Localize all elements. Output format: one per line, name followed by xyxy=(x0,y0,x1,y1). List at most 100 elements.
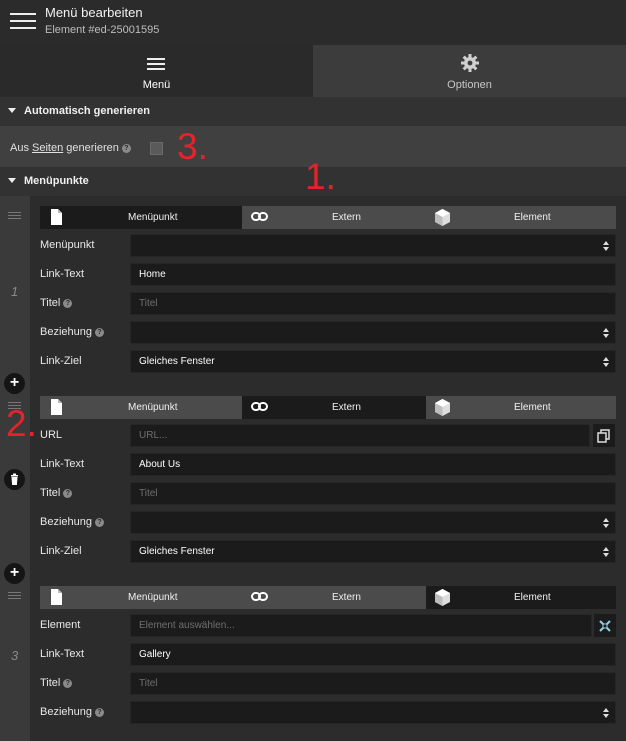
field-row-titel: Titel? Titel xyxy=(40,482,616,505)
select-arrows-icon xyxy=(603,328,609,338)
type-tab-element[interactable]: Element xyxy=(426,396,616,419)
field-row-link-ziel: Link-Ziel Gleiches Fenster xyxy=(40,540,616,563)
field-row-titel: Titel? Titel xyxy=(40,672,616,695)
beziehung-select[interactable] xyxy=(130,701,616,724)
header-bar: Menü bearbeiten Element #ed-25001595 xyxy=(0,0,626,45)
select-arrows-icon xyxy=(603,547,609,557)
field-row-beziehung: Beziehung? xyxy=(40,321,616,344)
drag-handle-icon[interactable] xyxy=(8,592,21,600)
annotation-1: 1. xyxy=(305,156,336,197)
titel-input[interactable]: Titel xyxy=(130,292,616,315)
help-icon[interactable]: ? xyxy=(95,517,104,527)
page-title: Menü bearbeiten xyxy=(45,5,143,20)
item-type-tabs: Menüpunkt Extern Element xyxy=(40,396,616,419)
link-icon xyxy=(251,402,268,411)
element-picker-button[interactable] xyxy=(594,614,616,637)
field-row-beziehung: Beziehung? xyxy=(40,701,616,724)
beziehung-select[interactable] xyxy=(130,321,616,344)
add-item-button[interactable]: + xyxy=(4,563,25,584)
type-tab-element[interactable]: Element xyxy=(426,586,616,609)
field-label: Beziehung? xyxy=(40,706,104,718)
field-label: Link-Text xyxy=(40,458,85,470)
section-auto-generate[interactable]: Automatisch generieren xyxy=(0,97,626,126)
link-ziel-select[interactable]: Gleiches Fenster xyxy=(130,540,616,563)
field-row-link-text: Link-Text About Us xyxy=(40,453,616,476)
copy-link-button[interactable] xyxy=(593,424,615,447)
field-row-link-ziel: Link-Ziel Gleiches Fenster xyxy=(40,350,616,373)
type-tab-menupunkt[interactable]: Menüpunkt xyxy=(40,586,242,609)
crosshair-icon xyxy=(599,620,611,632)
trash-icon xyxy=(11,473,18,485)
help-icon[interactable]: ? xyxy=(63,298,73,308)
pages-link[interactable]: Seiten xyxy=(32,142,63,154)
menu-lines-icon xyxy=(147,58,165,70)
tab-options-label: Optionen xyxy=(447,79,492,91)
drag-handle-icon[interactable] xyxy=(8,212,21,220)
field-label: Link-Text xyxy=(40,268,85,280)
help-icon[interactable]: ? xyxy=(95,707,104,717)
beziehung-select[interactable] xyxy=(130,511,616,534)
menupunkt-select[interactable] xyxy=(130,234,616,257)
type-tab-extern[interactable]: Extern xyxy=(242,586,426,609)
type-tab-element[interactable]: Element xyxy=(426,206,616,229)
generate-from-pages-checkbox[interactable] xyxy=(150,142,163,155)
field-row-url: URL URL... xyxy=(40,424,616,447)
field-row-link-text: Link-Text Gallery xyxy=(40,643,616,666)
collapse-caret-icon xyxy=(8,108,16,113)
field-label: Link-Ziel xyxy=(40,355,82,367)
cube-icon xyxy=(435,589,450,606)
field-label: URL xyxy=(40,429,63,441)
help-icon[interactable]: ? xyxy=(63,678,73,688)
select-arrows-icon xyxy=(603,241,609,251)
field-label: Link-Ziel xyxy=(40,545,82,557)
auto-generate-label: Aus Seiten generieren? xyxy=(10,142,131,154)
select-arrows-icon xyxy=(603,357,609,367)
type-tab-menupunkt[interactable]: Menüpunkt xyxy=(40,396,242,419)
url-input[interactable]: URL... xyxy=(130,424,590,447)
link-icon xyxy=(251,212,268,221)
field-label: Titel? xyxy=(40,487,73,499)
add-item-button[interactable]: + xyxy=(4,373,25,394)
section-title: Automatisch generieren xyxy=(24,105,150,117)
help-icon[interactable]: ? xyxy=(95,327,104,337)
cube-icon xyxy=(435,209,450,226)
link-text-input[interactable]: Gallery xyxy=(130,643,616,666)
link-text-input[interactable]: About Us xyxy=(130,453,616,476)
field-label: Link-Text xyxy=(40,648,85,660)
type-tab-extern[interactable]: Extern xyxy=(242,206,426,229)
gear-icon xyxy=(461,54,479,72)
select-arrows-icon xyxy=(603,518,609,528)
link-icon xyxy=(251,592,268,601)
field-label: Beziehung? xyxy=(40,326,104,338)
titel-input[interactable]: Titel xyxy=(130,482,616,505)
field-row-link-text: Link-Text Home xyxy=(40,263,616,286)
document-icon xyxy=(51,589,62,605)
field-label: Element xyxy=(40,619,81,631)
tab-options[interactable]: Optionen xyxy=(313,45,626,97)
field-row-titel: Titel? Titel xyxy=(40,292,616,315)
link-ziel-select[interactable]: Gleiches Fenster xyxy=(130,350,616,373)
select-arrows-icon xyxy=(603,708,609,718)
document-icon xyxy=(51,209,62,225)
help-icon[interactable]: ? xyxy=(121,143,131,153)
section-title: Menüpunkte xyxy=(24,175,89,187)
field-label: Titel? xyxy=(40,297,73,309)
field-label: Menüpunkt xyxy=(40,239,95,251)
help-icon[interactable]: ? xyxy=(63,488,73,498)
field-label: Beziehung? xyxy=(40,516,104,528)
collapse-caret-icon xyxy=(8,178,16,183)
tab-menu[interactable]: Menü xyxy=(0,45,313,97)
titel-input[interactable]: Titel xyxy=(130,672,616,695)
link-text-input[interactable]: Home xyxy=(130,263,616,286)
type-tab-extern[interactable]: Extern xyxy=(242,396,426,419)
main-tabs: Menü Optionen xyxy=(0,45,626,97)
field-row-menupunkt: Menüpunkt xyxy=(40,234,616,257)
hamburger-menu-icon[interactable] xyxy=(10,11,36,31)
type-tab-menupunkt[interactable]: Menüpunkt xyxy=(40,206,242,229)
tab-menu-label: Menü xyxy=(142,79,171,91)
annotation-3: 3. xyxy=(177,126,208,167)
document-icon xyxy=(51,399,62,415)
field-row-beziehung: Beziehung? xyxy=(40,511,616,534)
delete-item-button[interactable] xyxy=(4,469,25,490)
element-picker-input[interactable]: Element auswählen... xyxy=(130,614,592,637)
